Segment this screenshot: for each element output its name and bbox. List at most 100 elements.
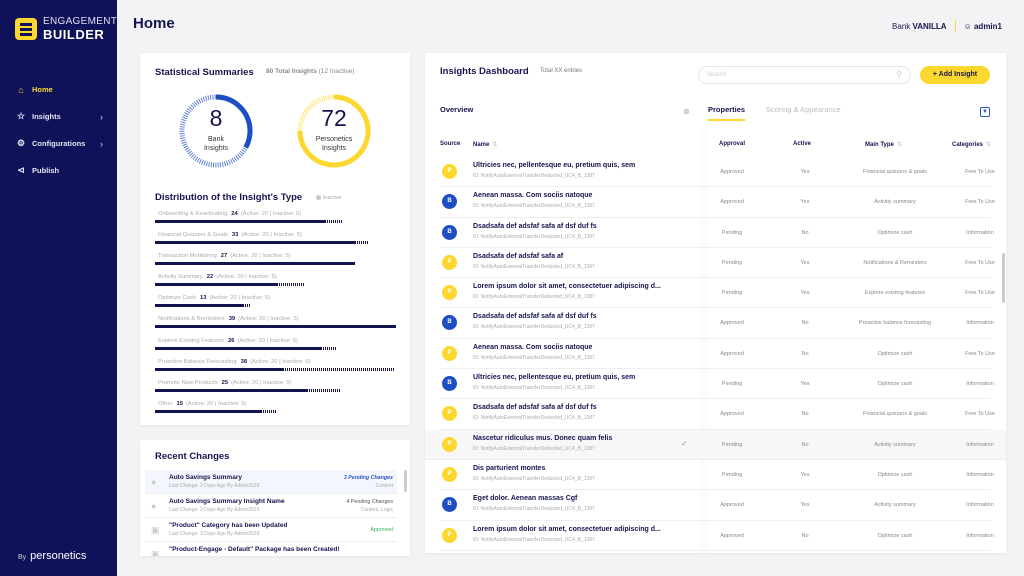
main-type-cell: Optimize cash: [877, 471, 913, 478]
insight-name[interactable]: Eget dolor. Aenean massas Cgf: [473, 495, 577, 502]
overview-label: Overview: [440, 105, 474, 114]
table-row[interactable]: B Eget dolor. Aenean massas Cgf ID: Notify…: [440, 490, 994, 521]
distribution-row: Financial Quizzers & Goals 33 (Active: 20 …: [155, 232, 396, 253]
insight-name[interactable]: Dsadsafa def adsfaf safa af dsf duf fs: [473, 313, 597, 320]
insight-name[interactable]: Lorem ipsum dolor sit amet, consectetuer…: [473, 526, 661, 533]
active-bar: [155, 367, 283, 371]
insight-name[interactable]: Dsadsafa def adsfaf safa af dsf duf fs: [473, 404, 597, 411]
insight-id: ID: NotifyAutoExternalTransferDeducted_U…: [473, 536, 595, 543]
insight-name[interactable]: Dsadsafa def adsfaf safa af dsf duf fs: [473, 223, 597, 230]
insight-name[interactable]: Dsadsafa def adsfaf safa af: [473, 253, 563, 260]
personetics-source-badge: P: [442, 527, 457, 543]
table-row[interactable]: P Nascetur ridiculus mus. Donec quam feli…: [425, 429, 1006, 460]
logo[interactable]: ENGAGEMENT BUILDER: [15, 16, 117, 42]
tab-properties[interactable]: Properties: [708, 105, 746, 121]
check-icon[interactable]: ✓: [681, 439, 688, 448]
gear-icon: ⚙: [16, 138, 26, 148]
collapse-icon[interactable]: ⊗: [683, 107, 690, 116]
bank-insights-value: 8: [209, 105, 223, 131]
recent-change-item[interactable]: ▣ "Product-Engage - Default" Package has …: [145, 542, 397, 556]
sidebar-item-publish[interactable]: ⊲ Publish: [0, 157, 117, 184]
add-insight-button[interactable]: + Add Insight: [920, 66, 990, 84]
sidebar-item-home[interactable]: ⌂ Home: [0, 76, 117, 103]
recent-changes-card: Recent Changes ● Auto Savings Summary Last…: [140, 440, 410, 556]
filter-icon[interactable]: ▼: [980, 107, 990, 117]
distribution-label: Activity Summary 22 (Active: 20 | Inactive…: [155, 274, 396, 280]
type-name: Optimize Cash: [158, 295, 197, 302]
sort-icon[interactable]: ⇅: [897, 142, 902, 148]
personetics-source-badge: P: [442, 285, 457, 301]
main-type-cell: Optimize cash: [877, 350, 913, 357]
insight-name[interactable]: Ultricies nec, pellentesque eu, pretium …: [473, 162, 635, 169]
distribution-bar: [155, 346, 396, 350]
active-bar: [155, 325, 396, 329]
type-detail: (Active: 20 | Inactive: 5): [231, 379, 292, 386]
active-cell: No: [801, 350, 809, 357]
recent-change-item[interactable]: ● Auto Savings Summary Last Change: 3 Days…: [145, 470, 397, 494]
table-row[interactable]: P Dis parturient montes ID: NotifyAutoExte…: [440, 460, 994, 491]
table-row[interactable]: P Dsadsafa def adsfaf safa af dsf duf fs I…: [440, 399, 995, 430]
bank-selector[interactable]: Bank VANILLA: [892, 22, 947, 31]
column-categories[interactable]: Categories ⇅: [952, 141, 991, 148]
table-row[interactable]: P Ultricies nec, pellentesque eu, pretium…: [440, 157, 995, 188]
search-input[interactable]: Search ⚲: [698, 66, 911, 84]
insight-name[interactable]: Aenean massa. Com sociis natoque: [473, 344, 592, 351]
active-cell: No: [801, 532, 809, 539]
table-row[interactable]: P Lorem ipsum dolor sit amet, consectetue…: [440, 521, 994, 551]
insight-name[interactable]: Ultricies nec, pellentesque eu, pretium …: [473, 374, 635, 381]
column-main-type[interactable]: Main Type ⇅: [865, 141, 902, 148]
sort-icon[interactable]: ⇅: [986, 142, 991, 148]
search-icon: ⚲: [896, 70, 902, 79]
insight-name[interactable]: Aenean massa. Com sociis natoque: [473, 192, 592, 199]
insight-name[interactable]: Lorem ipsum dolor sit amet, consectetuer…: [473, 283, 661, 290]
column-name[interactable]: Name ⇅: [473, 141, 497, 148]
active-bar: [155, 346, 322, 350]
total-count: 80 Total Insights: [266, 68, 317, 75]
table-row[interactable]: P Lorem ipsum dolor sit amet, consectetue…: [440, 278, 995, 309]
type-detail: (Active: 20 | Inactive: 5): [237, 337, 298, 344]
sidebar-item-configurations[interactable]: ⚙ Configurations ›: [0, 130, 117, 157]
tab-scoring-appearance[interactable]: Scoring & Appearance: [766, 105, 841, 119]
sort-icon[interactable]: ⇅: [492, 142, 497, 148]
insight-id: ID: NotifyAutoExternalTransferDeducted_U…: [473, 415, 595, 422]
distribution-bar: [155, 388, 396, 392]
distribution-row: Notifications & Reminders 39 (Active: 20 |…: [155, 316, 396, 337]
column-label: Categories: [952, 142, 984, 148]
pin-icon: ●: [151, 501, 157, 511]
table-row[interactable]: B Dsadsafa def adsfaf safa af dsf duf fs I…: [440, 308, 994, 339]
brand-logo: personetics: [30, 550, 87, 562]
type-count: 27: [220, 253, 228, 260]
card-title: Insights Dashboard: [440, 66, 529, 77]
recent-change-item[interactable]: ● Auto Savings Summary Insight Name Last C…: [145, 494, 397, 518]
distribution-bar: [155, 283, 396, 287]
table-row[interactable]: B Aenean massa. Com sociis natoque ID: Not…: [440, 187, 995, 218]
insight-name[interactable]: Dis parturient montes: [473, 465, 545, 472]
user-menu[interactable]: ☺ admin1: [964, 22, 1002, 31]
scrollbar[interactable]: [404, 470, 407, 492]
change-meta: Last Change: 3 Days Ago By Admin2019: [169, 483, 260, 489]
table-row[interactable]: P Dsadsafa def adsfaf safa af ID: NotifyAu…: [440, 248, 995, 279]
distribution-row: Explore Existing Features 26 (Active: 20 |…: [155, 338, 396, 359]
sidebar-item-label: Publish: [32, 166, 60, 175]
active-bar: [155, 304, 245, 308]
table-row[interactable]: P Aenean massa. Com sociis natoque ID: Not…: [440, 339, 995, 370]
recent-changes-list: ● Auto Savings Summary Last Change: 3 Days…: [145, 470, 397, 556]
label-line: Personetics: [315, 136, 353, 143]
table-row[interactable]: B Dsadsafa def adsfaf safa af dsf duf fs I…: [440, 218, 994, 248]
change-status: 4 Pending Changes: [346, 499, 393, 505]
main-type-cell: Activity summary: [874, 199, 916, 206]
inactive-legend: ▩ Inactive: [316, 195, 342, 201]
sidebar-item-label: Home: [32, 85, 53, 94]
sidebar-item-insights[interactable]: ☆ Insights ›: [0, 103, 117, 130]
recent-change-item[interactable]: ▣ "Product" Category has been Updated Last…: [145, 518, 397, 542]
sidebar-nav: ⌂ Home ☆ Insights › ⚙ Configurations › ⊲ Publish: [0, 76, 117, 184]
type-detail: (Active: 20 | Inactive: 5): [240, 211, 302, 217]
insight-name[interactable]: Nascetur ridiculus mus. Donec quam felis: [473, 435, 612, 442]
type-count: 39: [228, 316, 236, 323]
change-meta: Last Change: 3 Days Ago By Admin2019: [169, 531, 260, 537]
main-type-cell: Optimize cash: [877, 532, 913, 539]
table-row[interactable]: B Ultricies nec, pellentesque eu, pretium…: [440, 369, 994, 400]
scrollbar[interactable]: [1002, 253, 1005, 303]
sidebar-item-label: Configurations: [32, 139, 86, 148]
sidebar-item-label: Insights: [32, 112, 61, 121]
